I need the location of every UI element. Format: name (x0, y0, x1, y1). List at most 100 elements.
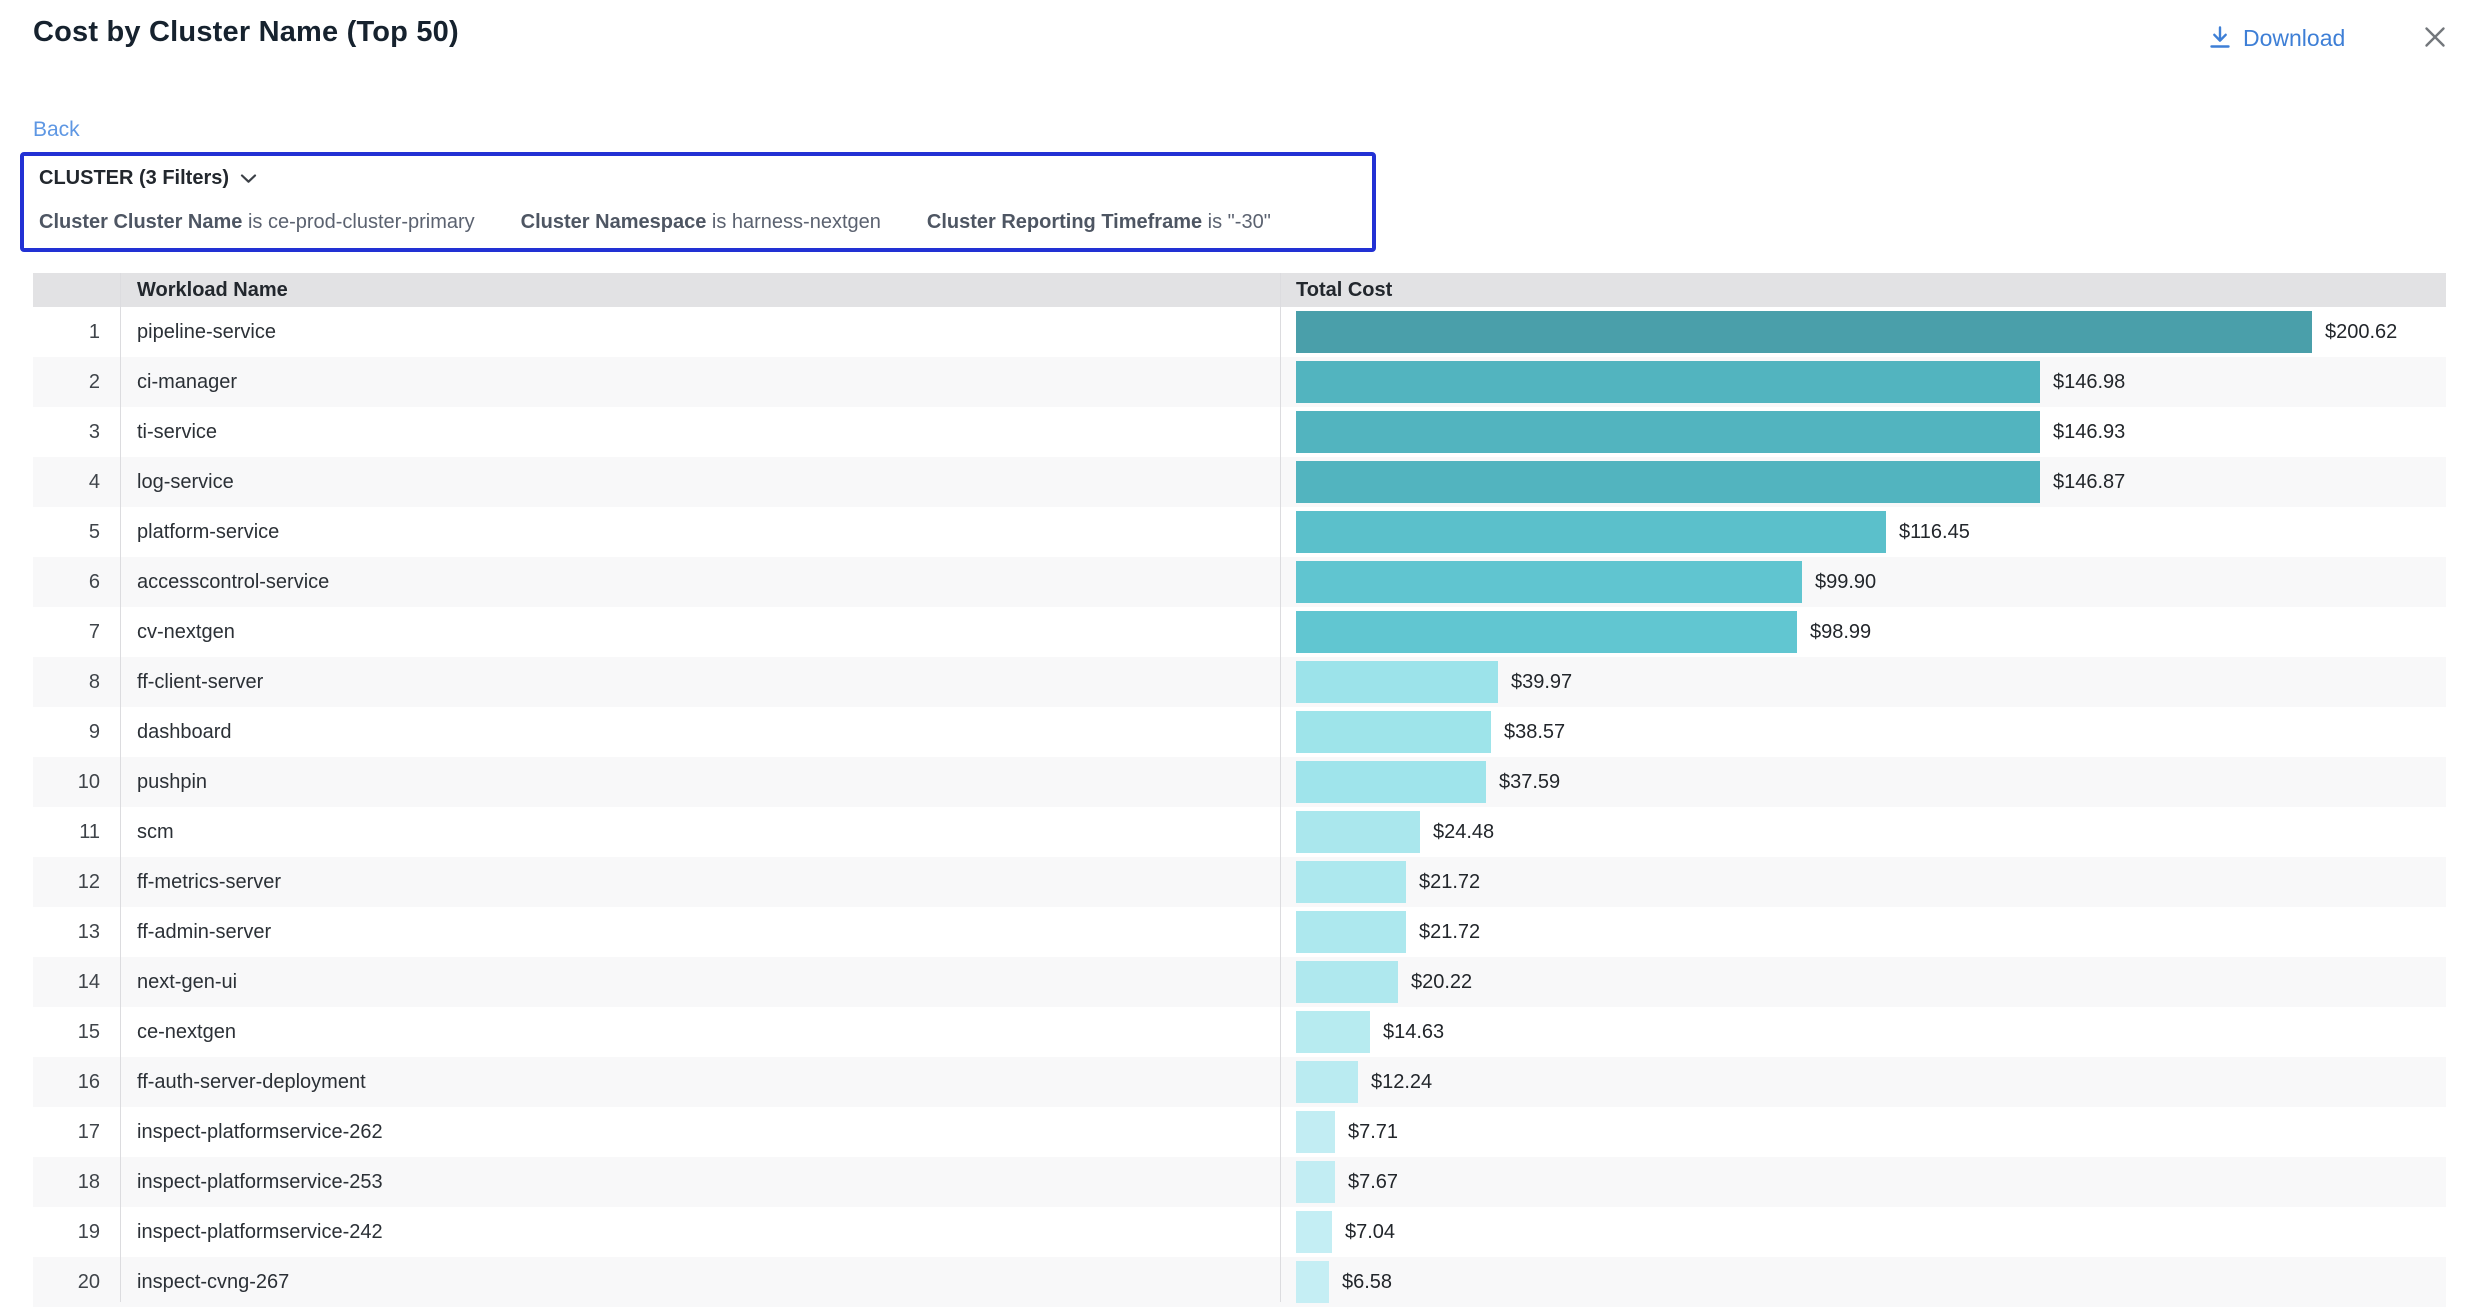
table-row: 7 cv-nextgen $98.99 (33, 607, 2446, 657)
cost-value-label: $7.71 (1348, 1121, 1398, 1144)
workload-name-cell: ff-admin-server (120, 921, 1280, 944)
table-row: 18 inspect-platformservice-253 $7.67 (33, 1157, 2446, 1207)
cost-value-label: $24.48 (1433, 821, 1494, 844)
column-header-workload-name[interactable]: Workload Name (120, 279, 1280, 302)
total-cost-cell: $6.58 (1280, 1261, 2446, 1303)
cost-bar (1296, 761, 1486, 803)
rank-cell: 18 (33, 1171, 120, 1194)
cost-bar (1296, 511, 1886, 553)
cost-bar (1296, 811, 1420, 853)
filter-summary-toggle[interactable]: CLUSTER (3 Filters) (39, 167, 257, 190)
workload-name-cell: pushpin (120, 771, 1280, 794)
cost-bar (1296, 561, 1802, 603)
cost-value-label: $99.90 (1815, 571, 1876, 594)
total-cost-cell: $146.98 (1280, 361, 2446, 403)
back-link[interactable]: Back (33, 118, 80, 142)
cost-bar (1296, 611, 1797, 653)
total-cost-cell: $38.57 (1280, 711, 2446, 753)
table-row: 14 next-gen-ui $20.22 (33, 957, 2446, 1007)
table-row: 10 pushpin $37.59 (33, 757, 2446, 807)
rank-cell: 15 (33, 1021, 120, 1044)
filter-item: Cluster Cluster Name is ce-prod-cluster-… (39, 211, 475, 234)
filter-field: Cluster Reporting Timeframe (927, 211, 1202, 233)
filter-panel: CLUSTER (3 Filters) Cluster Cluster Name… (20, 152, 1376, 252)
cost-value-label: $146.93 (2053, 421, 2125, 444)
total-cost-cell: $39.97 (1280, 661, 2446, 703)
workload-name-cell: platform-service (120, 521, 1280, 544)
cost-bar (1296, 1211, 1332, 1253)
total-cost-cell: $98.99 (1280, 611, 2446, 653)
table-row: 5 platform-service $116.45 (33, 507, 2446, 557)
column-header-total-cost[interactable]: Total Cost (1280, 279, 2446, 302)
table-row: 6 accesscontrol-service $99.90 (33, 557, 2446, 607)
total-cost-cell: $146.87 (1280, 461, 2446, 503)
cost-bar (1296, 911, 1406, 953)
total-cost-cell: $200.62 (1280, 311, 2446, 353)
cost-value-label: $38.57 (1504, 721, 1565, 744)
total-cost-cell: $12.24 (1280, 1061, 2446, 1103)
cost-value-label: $7.04 (1345, 1221, 1395, 1244)
cost-bar (1296, 1261, 1329, 1303)
table-row: 8 ff-client-server $39.97 (33, 657, 2446, 707)
cost-bar (1296, 1011, 1370, 1053)
close-button[interactable] (2418, 20, 2452, 54)
table-row: 1 pipeline-service $200.62 (33, 307, 2446, 357)
rank-cell: 11 (33, 821, 120, 844)
cost-bar (1296, 461, 2040, 503)
table-row: 17 inspect-platformservice-262 $7.71 (33, 1107, 2446, 1157)
total-cost-cell: $21.72 (1280, 861, 2446, 903)
cost-value-label: $146.98 (2053, 371, 2125, 394)
total-cost-cell: $20.22 (1280, 961, 2446, 1003)
cost-value-label: $21.72 (1419, 921, 1480, 944)
rank-cell: 1 (33, 321, 120, 344)
table-row: 2 ci-manager $146.98 (33, 357, 2446, 407)
workload-name-cell: ff-metrics-server (120, 871, 1280, 894)
rank-cell: 17 (33, 1121, 120, 1144)
rank-cell: 4 (33, 471, 120, 494)
cost-value-label: $7.67 (1348, 1171, 1398, 1194)
table-row: 19 inspect-platformservice-242 $7.04 (33, 1207, 2446, 1257)
workload-name-cell: ff-auth-server-deployment (120, 1071, 1280, 1094)
download-button[interactable]: Download (2208, 20, 2345, 56)
table-row: 9 dashboard $38.57 (33, 707, 2446, 757)
rank-cell: 8 (33, 671, 120, 694)
cost-bar (1296, 311, 2312, 353)
workload-name-cell: ci-manager (120, 371, 1280, 394)
filter-field: Cluster Cluster Name (39, 211, 242, 233)
workload-name-cell: next-gen-ui (120, 971, 1280, 994)
cost-value-label: $6.58 (1342, 1271, 1392, 1294)
cost-value-label: $37.59 (1499, 771, 1560, 794)
cost-value-label: $200.62 (2325, 321, 2397, 344)
cost-bar (1296, 361, 2040, 403)
table-row: 11 scm $24.48 (33, 807, 2446, 857)
rank-cell: 16 (33, 1071, 120, 1094)
workload-name-cell: ff-client-server (120, 671, 1280, 694)
total-cost-cell: $146.93 (1280, 411, 2446, 453)
workload-name-cell: ti-service (120, 421, 1280, 444)
workload-name-cell: inspect-platformservice-253 (120, 1171, 1280, 1194)
cost-value-label: $12.24 (1371, 1071, 1432, 1094)
column-divider (120, 273, 121, 1302)
page-title: Cost by Cluster Name (Top 50) (33, 16, 459, 49)
download-label: Download (2243, 25, 2345, 52)
filter-condition: is ce-prod-cluster-primary (242, 211, 474, 233)
total-cost-cell: $37.59 (1280, 761, 2446, 803)
filter-summary-label: CLUSTER (3 Filters) (39, 167, 229, 190)
total-cost-cell: $7.71 (1280, 1111, 2446, 1153)
table-row: 20 inspect-cvng-267 $6.58 (33, 1257, 2446, 1307)
table-row: 13 ff-admin-server $21.72 (33, 907, 2446, 957)
filter-item: Cluster Reporting Timeframe is "-30" (927, 211, 1271, 234)
column-divider (1280, 273, 1281, 1302)
cost-bar (1296, 661, 1498, 703)
filter-field: Cluster Namespace (521, 211, 707, 233)
workload-name-cell: ce-nextgen (120, 1021, 1280, 1044)
cost-bar (1296, 1161, 1335, 1203)
rank-cell: 9 (33, 721, 120, 744)
workloads-table: Workload Name Total Cost 1 pipeline-serv… (33, 273, 2446, 1307)
rank-cell: 19 (33, 1221, 120, 1244)
workload-name-cell: dashboard (120, 721, 1280, 744)
workload-name-cell: log-service (120, 471, 1280, 494)
table-header: Workload Name Total Cost (33, 273, 2446, 307)
total-cost-cell: $14.63 (1280, 1011, 2446, 1053)
rank-cell: 14 (33, 971, 120, 994)
